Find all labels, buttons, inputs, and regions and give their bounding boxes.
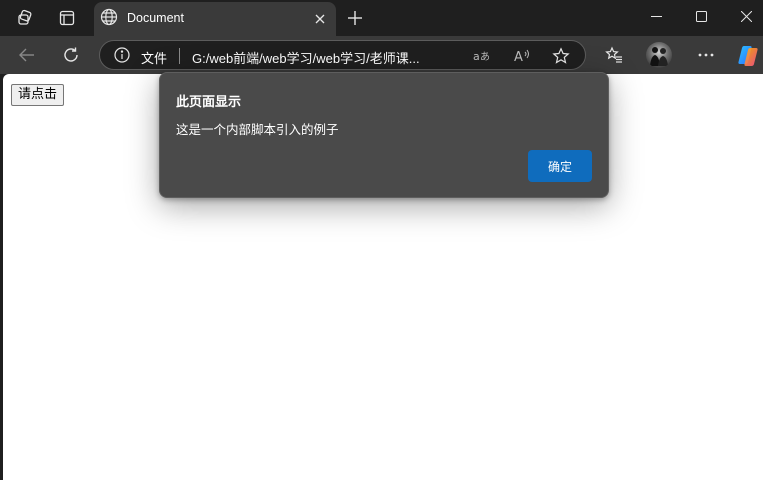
address-divider xyxy=(179,48,180,64)
maximize-icon[interactable] xyxy=(687,4,715,28)
dialog-title: 此页面显示 xyxy=(176,95,242,110)
svg-text:あ: あ xyxy=(480,51,490,63)
click-me-button[interactable]: 请点击 xyxy=(11,84,65,106)
address-bar[interactable]: 文件 G:/web前端/web学习/web学习/老师课... aあ A xyxy=(99,40,586,70)
dialog-message: 这是一个内部脚本引入的例子 xyxy=(176,122,339,137)
profile-avatar[interactable] xyxy=(646,42,672,68)
read-aloud-icon[interactable]: aあ xyxy=(472,46,492,66)
new-tab-icon[interactable] xyxy=(343,6,367,30)
copilot-icon[interactable] xyxy=(737,44,759,66)
favorites-list-icon[interactable] xyxy=(600,41,628,69)
svg-text:a: a xyxy=(473,50,480,63)
close-tab-icon[interactable] xyxy=(310,9,330,29)
tab-document[interactable]: Document xyxy=(94,2,336,36)
favorite-star-icon[interactable] xyxy=(551,46,571,66)
workspaces-icon[interactable] xyxy=(13,6,37,30)
more-icon[interactable] xyxy=(692,41,720,69)
url-text[interactable]: G:/web前端/web学习/web学习/老师课... xyxy=(192,48,420,67)
alert-dialog: 此页面显示 这是一个内部脚本引入的例子 确定 xyxy=(159,72,609,198)
svg-text:A: A xyxy=(514,50,523,64)
security-label: 文件 xyxy=(141,51,168,66)
minimize-icon[interactable] xyxy=(642,4,670,28)
tab-strip: Document xyxy=(0,0,763,36)
back-icon[interactable] xyxy=(13,41,41,69)
info-icon[interactable] xyxy=(114,47,130,68)
refresh-icon[interactable] xyxy=(57,41,85,69)
tab-title: Document xyxy=(127,11,184,25)
tab-actions-icon[interactable] xyxy=(55,6,79,30)
browser-window: Document 文件 G:/web前端/web学习/web学习/老师课... … xyxy=(0,0,763,480)
close-window-icon[interactable] xyxy=(732,4,760,28)
globe-icon xyxy=(100,8,118,31)
text-size-icon[interactable]: A xyxy=(512,46,532,66)
ok-button[interactable]: 确定 xyxy=(528,150,592,182)
